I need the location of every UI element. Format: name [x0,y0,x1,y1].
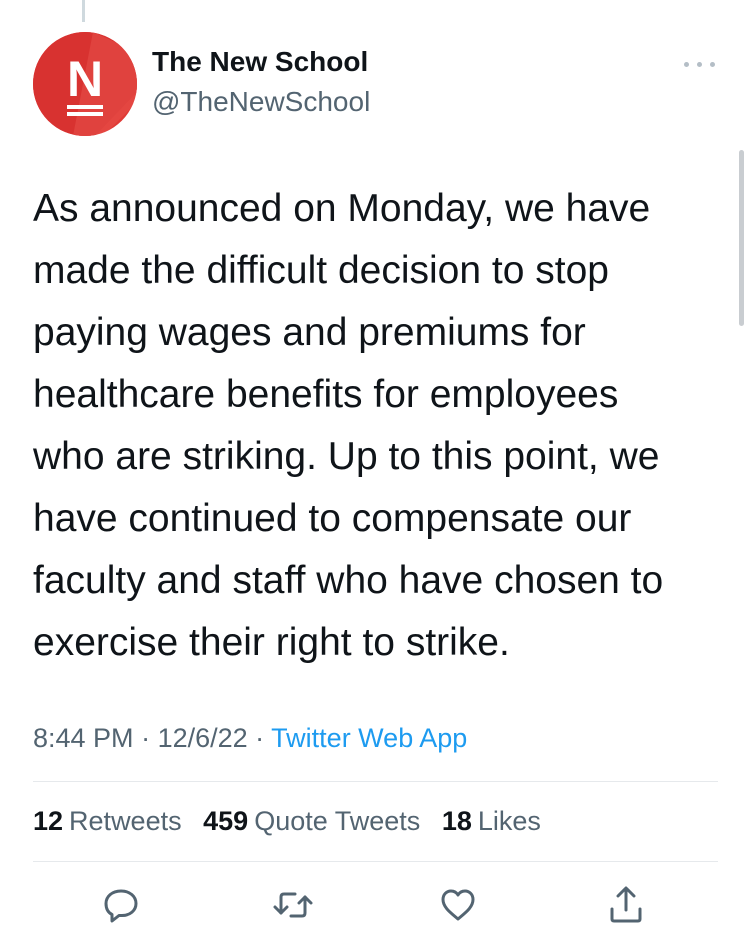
share-icon [610,886,642,923]
avatar-letter: N [66,51,104,107]
thread-connector-line [82,0,85,22]
tweet-text-line: made the difficult decision to stop [33,249,609,292]
tweet-text-line: faculty and staff who have chosen to [33,559,664,602]
tweet-date[interactable]: 12/6/22 [158,723,248,753]
retweets-stat[interactable]: 12 Retweets [33,806,182,837]
meta-separator: · [247,723,272,753]
likes-count: 18 [441,806,472,836]
retweet-button[interactable] [271,883,315,927]
heart-icon [441,889,475,921]
tweet-time[interactable]: 8:44 PM [33,723,134,753]
tweet-text-line: exercise their right to strike. [33,621,510,664]
meta-separator: · [133,723,158,753]
share-button[interactable] [604,883,648,927]
reply-button[interactable] [99,883,143,927]
retweets-label: Retweets [69,806,182,836]
retweet-icon [273,892,313,918]
tweet-text: As announced on Monday, we have made the… [33,178,733,674]
quote-tweets-stat[interactable]: 459 Quote Tweets [203,806,420,837]
likes-stat[interactable]: 18 Likes [442,806,541,837]
avatar[interactable]: N [33,32,137,136]
engagement-stats: 12 Retweets 459 Quote Tweets 18 Likes [33,806,555,837]
quote-tweets-label: Quote Tweets [254,806,421,836]
more-options-icon[interactable] [682,54,718,74]
likes-label: Likes [477,806,541,836]
divider [33,781,718,782]
tweet-text-line: As announced on Monday, we have [33,187,651,230]
tweet-metadata: 8:44 PM · 12/6/22 · Twitter Web App [33,723,467,754]
like-button[interactable] [436,883,480,927]
retweets-count: 12 [33,806,64,836]
user-handle[interactable]: @TheNewSchool [152,86,370,118]
tweet-source-link[interactable]: Twitter Web App [271,723,467,753]
scrollbar[interactable] [739,150,744,326]
display-name[interactable]: The New School [152,46,368,78]
tweet-text-line: paying wages and premiums for [33,311,586,354]
tweet-text-line: healthcare benefits for employees [33,373,619,416]
quote-tweets-count: 459 [203,806,249,836]
tweet-text-line: have continued to compensate our [33,497,632,540]
divider [33,861,718,862]
tweet-text-line: who are striking. Up to this point, we [33,435,660,478]
reply-icon [104,889,138,923]
